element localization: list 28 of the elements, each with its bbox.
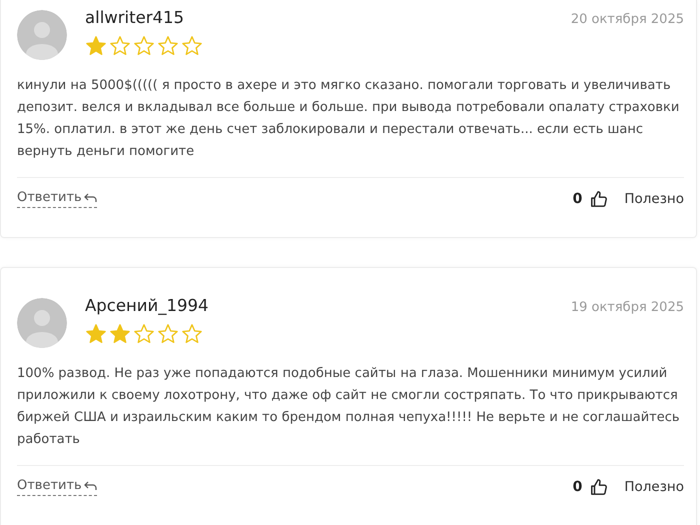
helpful-button[interactable]: Полезно: [624, 479, 684, 495]
review-date: 19 октября 2025: [570, 300, 684, 315]
reply-arrow-icon: [84, 192, 97, 204]
reply-link[interactable]: Ответить: [17, 478, 97, 496]
thumbs-up-icon[interactable]: [590, 190, 608, 208]
star-icon: [109, 35, 131, 57]
avatar-icon: [17, 10, 67, 60]
reply-link[interactable]: Ответить: [17, 190, 97, 208]
like-count: 0: [572, 191, 582, 207]
star-icon: [85, 35, 107, 57]
avatar-icon: [17, 298, 67, 348]
review-date: 20 октября 2025: [570, 12, 684, 27]
like-count: 0: [572, 479, 582, 495]
review-text: 100% развод. Не раз уже попадаются подобные сайты на глаза. Мошенники минимум усилий приложили к своему лохотрону, что даже оф сайт не смогли состряпать. То что прикрываются биржей США и израильским каким то брендом полная чепуха!!!!! Не верьте и не соглашайтесь работать: [17, 365, 681, 449]
star-icon: [109, 323, 131, 345]
star-icon: [133, 323, 155, 345]
reply-arrow-icon: [84, 480, 97, 492]
star-icon: [85, 323, 107, 345]
review-text: кинули на 5000$((((( я просто в ахере и это мягко сказано. помогали торговать и увеличивать депозит. велся и вкладывал все больше и больше. при вывода потребовали опалату страховки 15%. оплатил. в этот же день счет заблокировали и перестали отвечать... если есть шанс вернуть деньги помогите: [17, 77, 680, 161]
star-icon: [157, 35, 179, 57]
star-icon: [157, 323, 179, 345]
author-name: allwriter415: [85, 8, 186, 27]
helpful-button[interactable]: Полезно: [624, 191, 684, 207]
thumbs-up-icon[interactable]: [590, 478, 608, 496]
star-icon: [181, 35, 203, 57]
star-icon: [181, 323, 203, 345]
author-name: Арсений_1994: [85, 296, 210, 315]
star-icon: [133, 35, 155, 57]
